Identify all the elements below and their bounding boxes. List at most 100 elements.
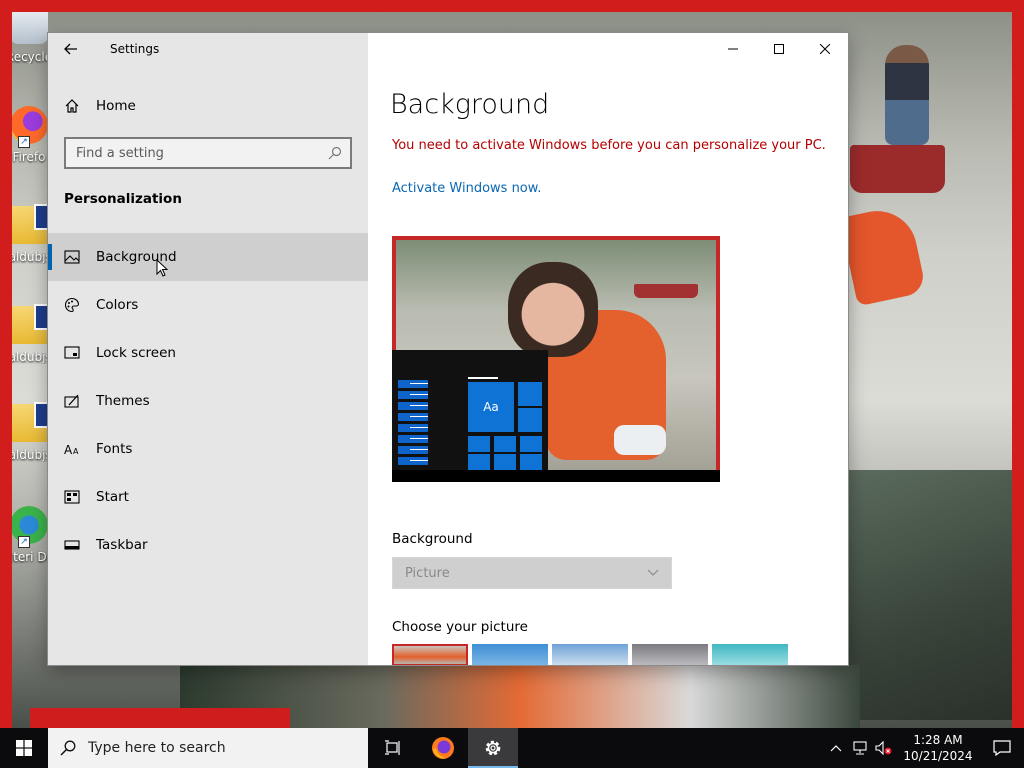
chevron-down-icon bbox=[647, 569, 659, 576]
preview-tile bbox=[494, 454, 516, 470]
task-view-icon bbox=[385, 740, 400, 755]
system-tray: 1:28 AM 10/21/2024 bbox=[824, 728, 1024, 768]
search-icon bbox=[60, 740, 76, 756]
preview-tile bbox=[518, 382, 542, 406]
volume-muted-icon bbox=[875, 741, 892, 755]
window-title: Settings bbox=[110, 42, 160, 56]
start-icon bbox=[48, 490, 96, 504]
taskbar: Type here to search 1:28 AM 10/21/2024 bbox=[0, 728, 1024, 768]
wallpaper-figure bbox=[885, 45, 929, 145]
sidebar-item-colors[interactable]: Colors bbox=[48, 281, 368, 329]
preview-boat bbox=[634, 284, 698, 298]
sidebar-item-label: Themes bbox=[96, 393, 150, 409]
preview-tile-aa: Aa bbox=[468, 382, 514, 432]
folder-icon bbox=[10, 304, 54, 344]
find-setting-search[interactable] bbox=[64, 137, 352, 169]
preview-tiles: Aa bbox=[468, 382, 542, 470]
sidebar-item-label: Colors bbox=[96, 297, 139, 313]
maximize-button[interactable] bbox=[756, 33, 802, 65]
wallpaper-boat-side bbox=[848, 470, 1018, 720]
network-button[interactable] bbox=[848, 728, 872, 768]
sidebar-item-label: Lock screen bbox=[96, 345, 176, 361]
task-view-button[interactable] bbox=[368, 728, 418, 768]
preview-tile bbox=[468, 454, 490, 470]
settings-sidebar: Settings Home Personalization Background bbox=[48, 33, 368, 665]
wallpaper-life-vest bbox=[839, 203, 927, 307]
preview-tile bbox=[518, 408, 542, 432]
preview-tile bbox=[520, 436, 542, 452]
minimize-button[interactable] bbox=[710, 33, 756, 65]
sidebar-item-home[interactable]: Home bbox=[48, 91, 368, 121]
picture-icon bbox=[48, 250, 96, 264]
preview-child bbox=[508, 262, 598, 357]
sidebar-item-taskbar[interactable]: Taskbar bbox=[48, 521, 368, 569]
page-title: Background bbox=[390, 89, 550, 120]
svg-text:A: A bbox=[73, 447, 79, 456]
show-hidden-icons-button[interactable] bbox=[824, 728, 848, 768]
clock-time: 1:28 AM bbox=[913, 733, 963, 747]
start-button[interactable] bbox=[0, 728, 48, 768]
preview-app-list-lines bbox=[410, 380, 428, 468]
title-bar[interactable]: Settings bbox=[48, 33, 368, 65]
background-preview: Aa bbox=[392, 236, 720, 482]
sidebar-item-fonts[interactable]: AA Fonts bbox=[48, 425, 368, 473]
sidebar-item-themes[interactable]: Themes bbox=[48, 377, 368, 425]
taskbar-firefox[interactable] bbox=[418, 728, 468, 768]
home-icon bbox=[48, 98, 96, 114]
action-center-button[interactable] bbox=[980, 728, 1024, 768]
picture-thumbnail[interactable] bbox=[392, 644, 468, 665]
sidebar-item-lock-screen[interactable]: Lock screen bbox=[48, 329, 368, 377]
firefox-icon: ↗ bbox=[10, 106, 48, 148]
maximize-icon bbox=[774, 44, 784, 54]
section-heading: Personalization bbox=[64, 191, 182, 207]
preview-bag bbox=[614, 425, 666, 455]
sidebar-item-label: Taskbar bbox=[96, 537, 148, 553]
picture-thumbnails bbox=[392, 644, 788, 665]
minimize-icon bbox=[728, 48, 738, 50]
activation-warning: You need to activate Windows before you … bbox=[392, 138, 826, 153]
mouse-cursor-icon bbox=[156, 259, 168, 277]
sidebar-item-background[interactable]: Background bbox=[48, 233, 368, 281]
picture-thumbnail[interactable] bbox=[472, 644, 548, 665]
recycle-bin-icon bbox=[10, 6, 48, 44]
settings-window: Settings Home Personalization Background bbox=[48, 33, 848, 665]
taskbar-icon bbox=[48, 538, 96, 552]
gear-icon bbox=[485, 740, 501, 756]
preview-tile bbox=[468, 436, 490, 452]
taskbar-search[interactable]: Type here to search bbox=[48, 728, 368, 768]
notification-icon bbox=[993, 740, 1011, 756]
firefox-icon bbox=[432, 737, 454, 759]
picture-thumbnail[interactable] bbox=[712, 644, 788, 665]
folder-icon bbox=[10, 204, 54, 244]
sidebar-item-start[interactable]: Start bbox=[48, 473, 368, 521]
preview-tile bbox=[494, 436, 516, 452]
volume-button[interactable] bbox=[872, 728, 896, 768]
background-type-dropdown[interactable]: Picture bbox=[392, 557, 672, 589]
chevron-up-icon bbox=[830, 745, 842, 752]
taskbar-settings[interactable] bbox=[468, 728, 518, 768]
lock-screen-icon bbox=[48, 346, 96, 360]
search-input[interactable] bbox=[76, 145, 328, 161]
preview-start-menu: Aa bbox=[392, 350, 548, 470]
dropdown-value: Picture bbox=[405, 565, 450, 581]
picture-thumbnail[interactable] bbox=[632, 644, 708, 665]
sidebar-item-label: Fonts bbox=[96, 441, 133, 457]
wallpaper-banner bbox=[30, 708, 290, 728]
windows-logo-icon bbox=[16, 740, 32, 756]
clock[interactable]: 1:28 AM 10/21/2024 bbox=[896, 732, 980, 764]
clock-date: 10/21/2024 bbox=[903, 749, 973, 763]
fonts-icon: AA bbox=[48, 442, 96, 456]
internet-download-manager-icon: ↗ bbox=[10, 506, 48, 548]
window-controls bbox=[710, 33, 848, 65]
network-icon bbox=[853, 741, 867, 755]
themes-icon bbox=[48, 394, 96, 408]
preview-taskbar bbox=[392, 470, 720, 482]
choose-picture-label: Choose your picture bbox=[392, 619, 528, 635]
activate-windows-link[interactable]: Activate Windows now. bbox=[392, 181, 541, 196]
close-button[interactable] bbox=[802, 33, 848, 65]
back-button[interactable] bbox=[58, 37, 84, 61]
taskbar-search-placeholder: Type here to search bbox=[88, 740, 226, 756]
personalization-nav: Background Colors Lock screen Themes A A… bbox=[48, 233, 368, 569]
sidebar-item-label: Start bbox=[96, 489, 129, 505]
picture-thumbnail[interactable] bbox=[552, 644, 628, 665]
